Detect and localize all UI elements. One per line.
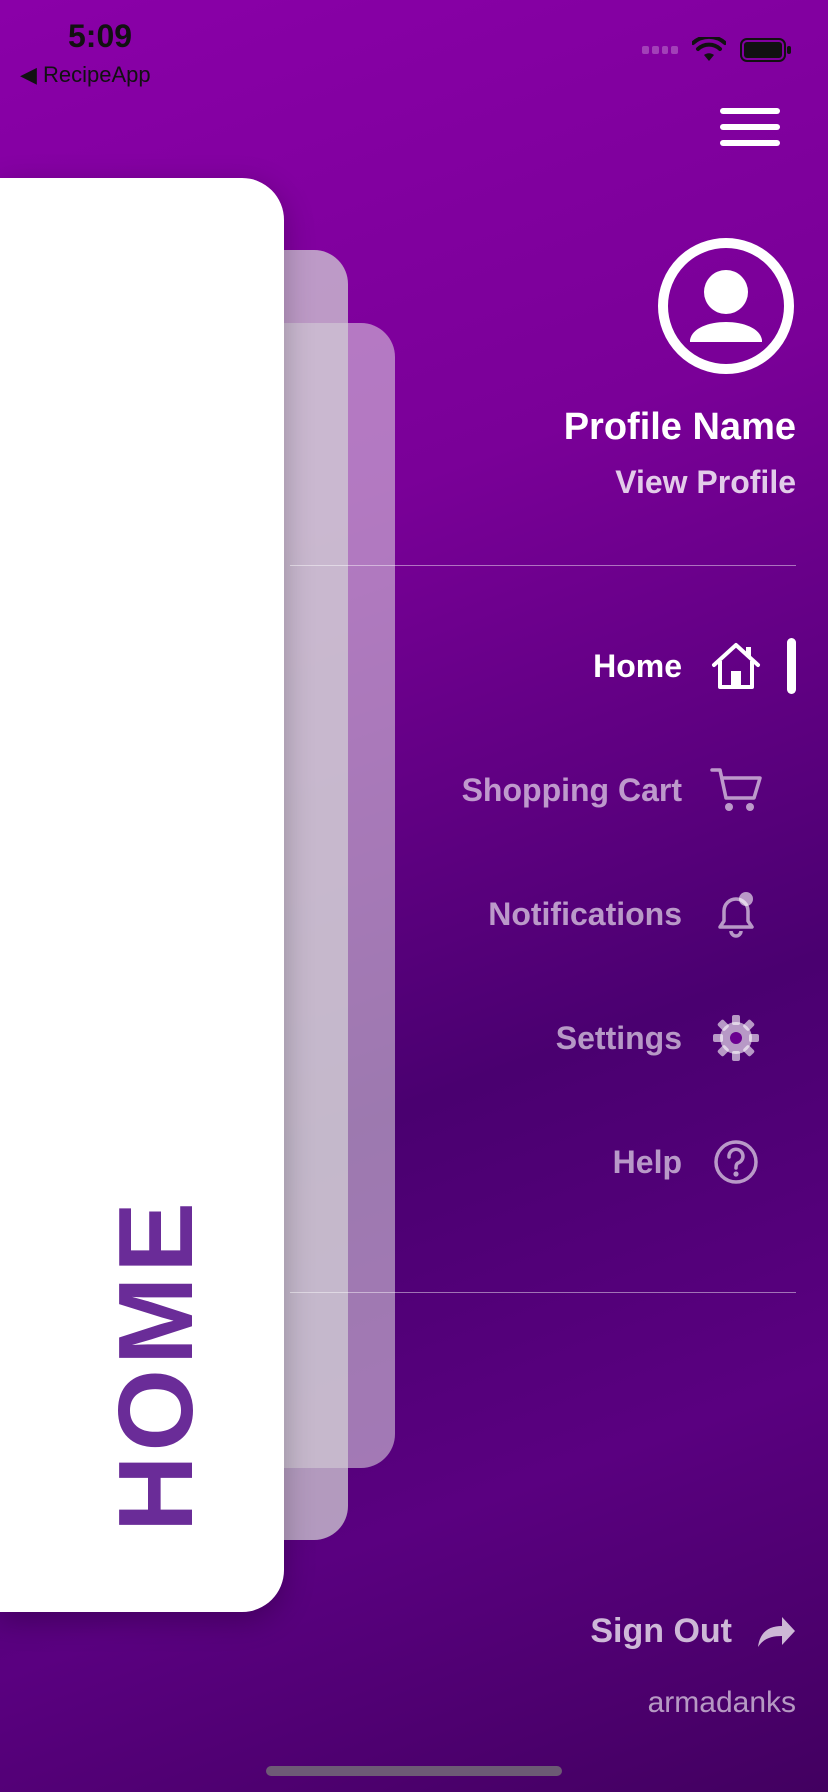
wifi-icon	[692, 37, 726, 61]
sign-out-label: Sign Out	[590, 1612, 732, 1650]
status-time: 5:09	[68, 18, 133, 54]
back-to-app-link[interactable]: ◀ RecipeApp	[20, 62, 151, 88]
nav-item-label: Notifications	[488, 895, 682, 932]
nav-item-shopping-cart[interactable]: Shopping Cart	[462, 760, 764, 820]
hamburger-menu-button[interactable]	[720, 108, 780, 148]
status-indicators	[642, 36, 792, 64]
nav-item-label: Settings	[555, 1019, 682, 1056]
home-indicator[interactable]	[266, 1766, 562, 1776]
nav-item-label: Help	[612, 1143, 682, 1180]
cellular-signal-icon	[642, 46, 678, 54]
divider-bottom	[290, 1292, 796, 1293]
profile-name: Profile Name	[563, 406, 796, 448]
username: armadanks	[647, 1686, 796, 1719]
nav-item-help[interactable]: Help	[613, 1132, 764, 1192]
bell-icon	[708, 886, 764, 942]
profile-avatar-icon[interactable]	[656, 236, 796, 376]
home-icon	[708, 638, 764, 694]
home-card-title: HOME	[97, 1198, 215, 1532]
nav-item-label: Home	[593, 647, 682, 684]
sign-out-arrow-icon	[758, 1616, 795, 1647]
active-indicator	[787, 638, 796, 694]
nav-item-settings[interactable]: Settings	[556, 1008, 764, 1068]
gear-icon	[708, 1010, 764, 1066]
battery-icon	[740, 38, 791, 62]
cart-icon	[708, 762, 764, 818]
sign-out-button[interactable]: Sign Out	[590, 1612, 796, 1651]
nav-item-label: Shopping Cart	[461, 771, 682, 808]
help-icon	[708, 1134, 764, 1190]
nav-item-notifications[interactable]: Notifications	[488, 884, 764, 944]
nav-item-home[interactable]: Home	[593, 636, 764, 696]
divider-top	[290, 565, 796, 566]
view-profile-link[interactable]: View Profile	[615, 464, 796, 501]
